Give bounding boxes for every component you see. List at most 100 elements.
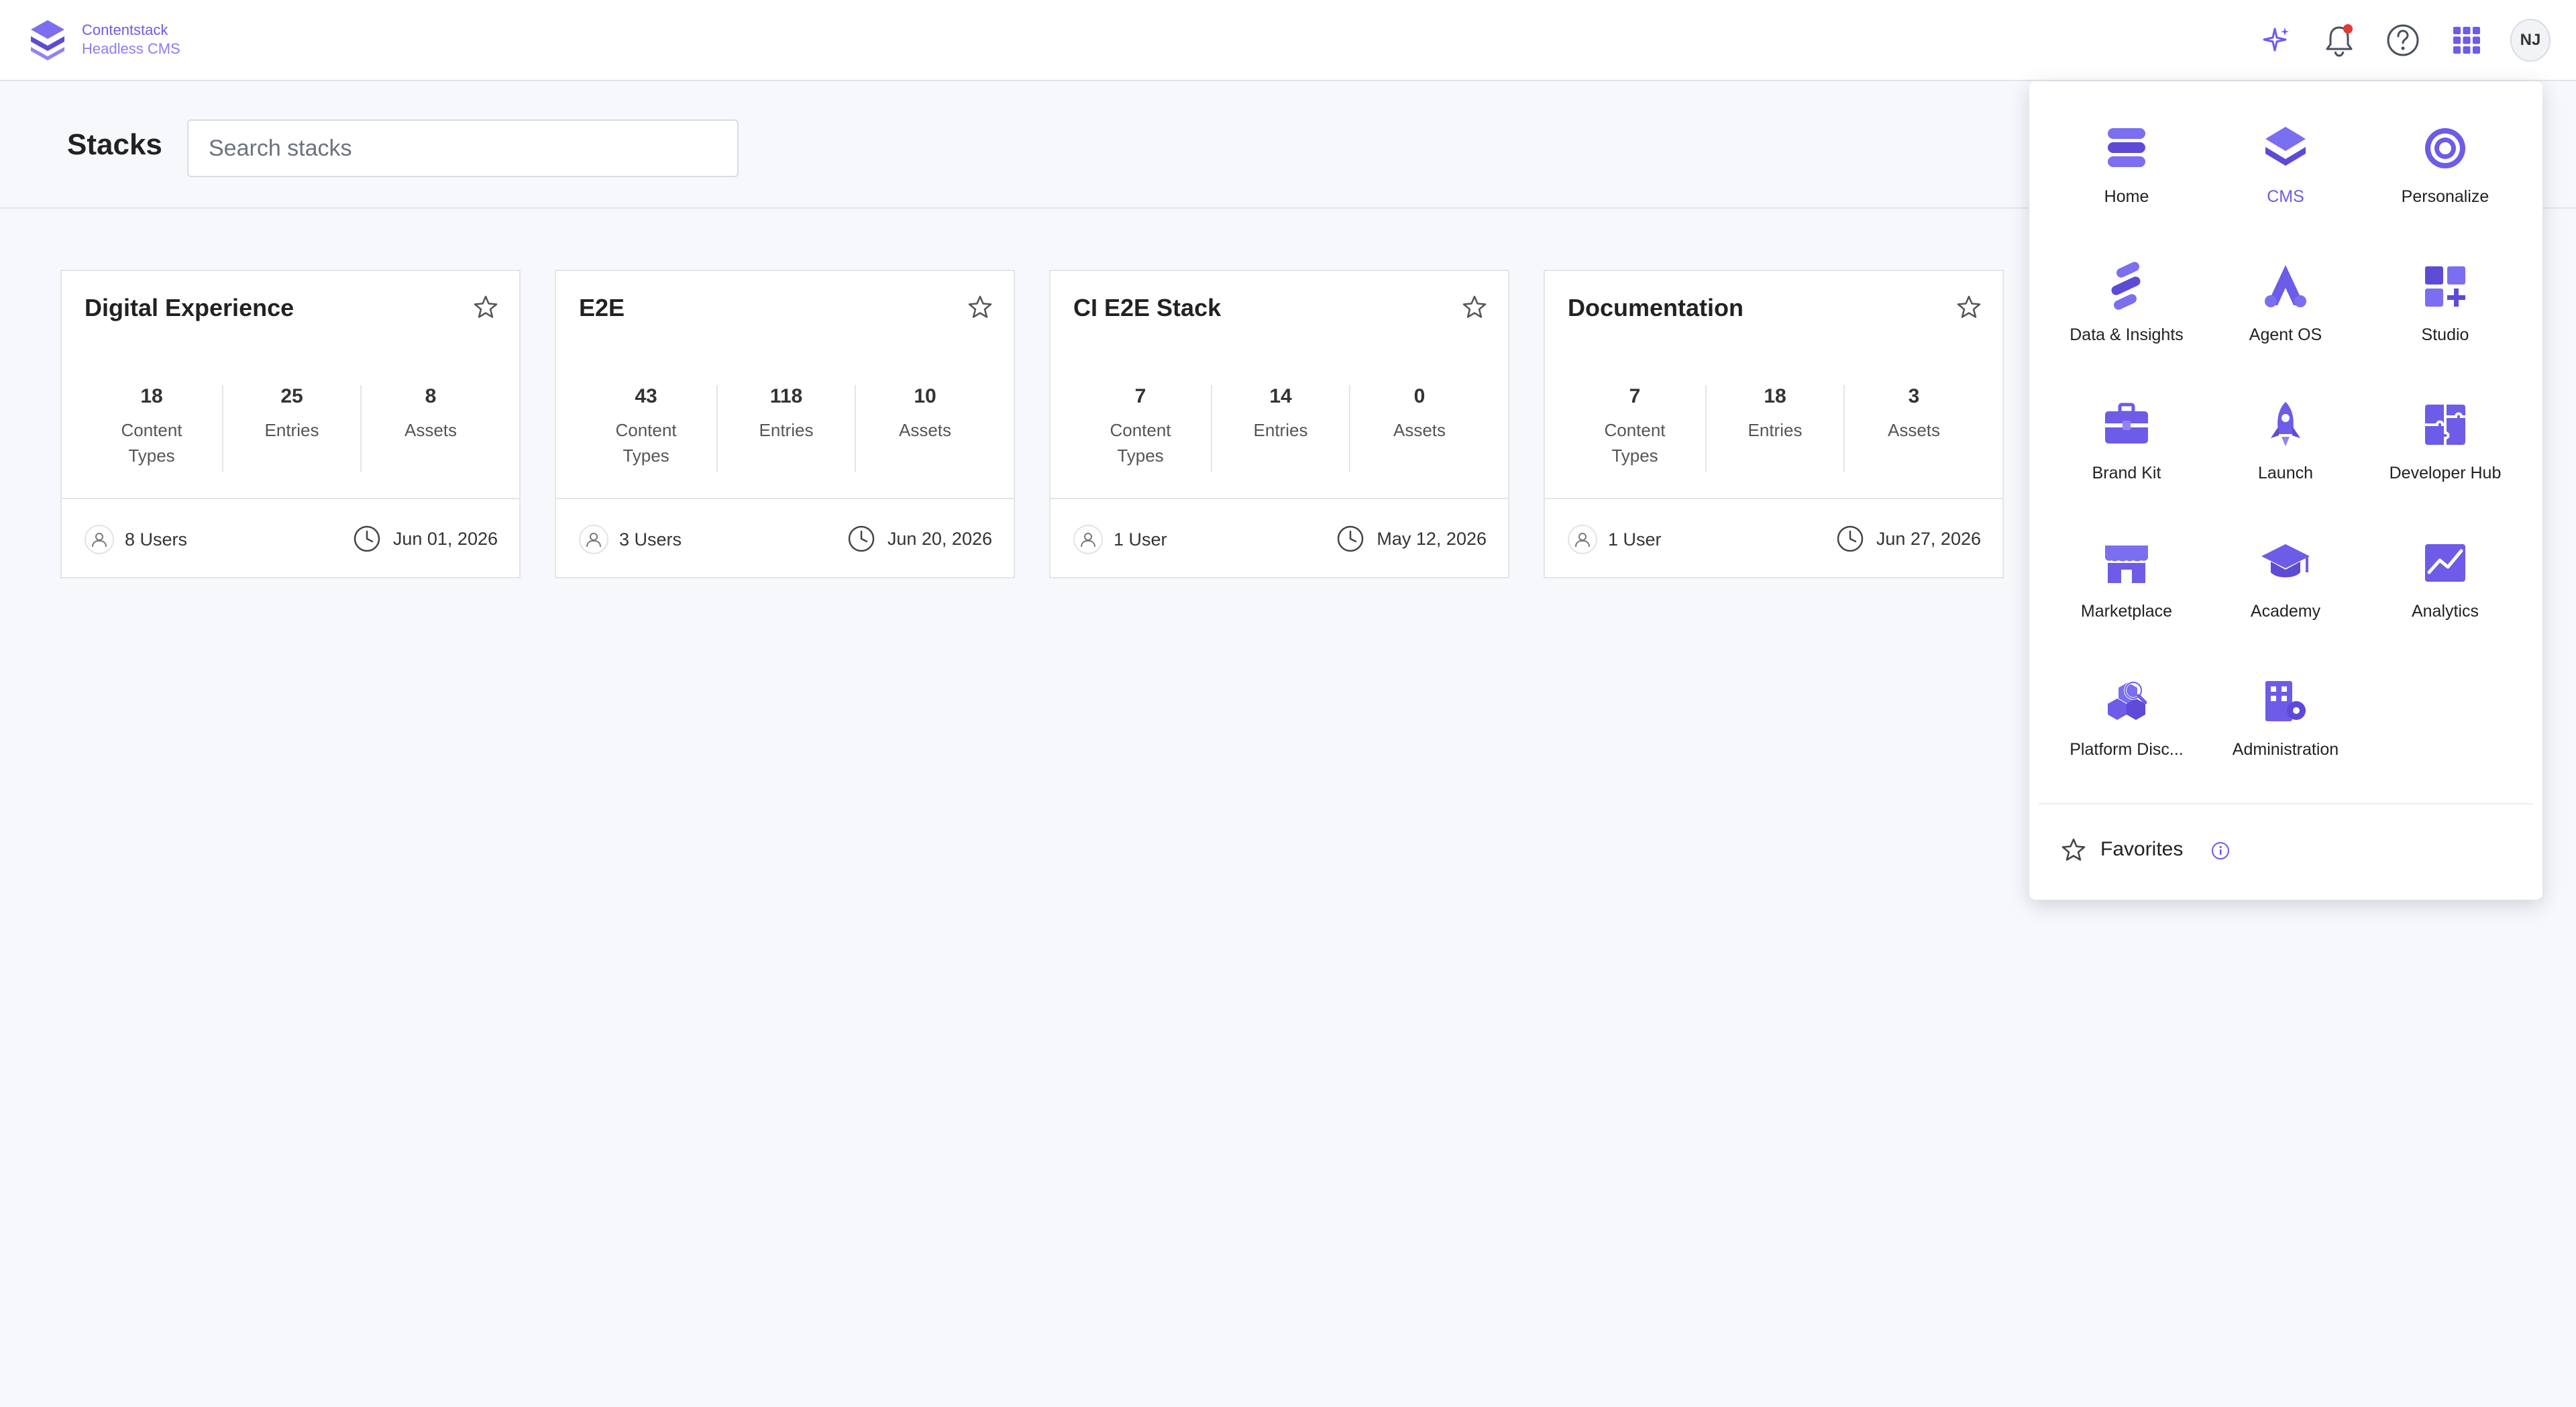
stack-card[interactable]: E2E 43 Content Types 118 Entries 10 Asset… bbox=[555, 270, 1015, 578]
app-agent-os[interactable]: Agent OS bbox=[2205, 246, 2366, 367]
cms-icon bbox=[2265, 127, 2306, 166]
app-label: Launch bbox=[2257, 464, 2314, 482]
stack-name[interactable]: Documentation bbox=[1568, 294, 1743, 322]
app-label: Home bbox=[2104, 187, 2149, 206]
app-label: Agent OS bbox=[2249, 325, 2322, 344]
app-marketplace[interactable]: Marketplace bbox=[2046, 523, 2207, 643]
favorites-section[interactable]: Favorites bbox=[2039, 803, 2533, 890]
app-studio[interactable]: Studio bbox=[2365, 246, 2526, 367]
content-types-count: 18 bbox=[140, 385, 163, 407]
app-label: Platform Disc... bbox=[2070, 740, 2184, 759]
app-label: Administration bbox=[2232, 740, 2339, 759]
user-icon bbox=[1073, 525, 1103, 554]
users-info: 8 Users bbox=[85, 525, 187, 554]
search-stacks-input[interactable] bbox=[187, 119, 739, 177]
stack-card[interactable]: Documentation 7 Content Types 18 Entries … bbox=[1544, 270, 2004, 578]
bell-icon[interactable] bbox=[2319, 20, 2359, 60]
favorite-star-icon[interactable] bbox=[1461, 294, 1488, 321]
stack-name[interactable]: Digital Experience bbox=[85, 294, 294, 322]
app-grid-icon[interactable] bbox=[2447, 20, 2487, 60]
date-text: Jun 20, 2026 bbox=[887, 528, 992, 549]
modified-date: Jun 01, 2026 bbox=[353, 525, 498, 553]
card-footer: 1 User May 12, 2026 bbox=[1051, 498, 1508, 577]
app-label: Personalize bbox=[2401, 187, 2489, 206]
app-brand-kit[interactable]: Brand Kit bbox=[2046, 384, 2207, 505]
app-academy[interactable]: Academy bbox=[2205, 523, 2366, 643]
entries-count: 14 bbox=[1269, 385, 1292, 407]
date-text: May 12, 2026 bbox=[1377, 528, 1487, 549]
stack-card[interactable]: Digital Experience 18 Content Types 25 En… bbox=[60, 270, 521, 578]
modified-date: May 12, 2026 bbox=[1336, 525, 1487, 553]
entries-count: 118 bbox=[769, 385, 803, 407]
modified-date: Jun 27, 2026 bbox=[1836, 525, 1981, 553]
users-count: 1 User bbox=[1608, 529, 1662, 550]
clock-icon bbox=[354, 525, 380, 552]
brand-kit-icon bbox=[2105, 403, 2148, 444]
app-switcher-menu: Home CMS Personalize Data & Insights Age… bbox=[2029, 81, 2542, 900]
app-developer-hub[interactable]: Developer Hub bbox=[2365, 384, 2526, 505]
help-icon[interactable] bbox=[2383, 20, 2423, 60]
brand-name: Contentstack bbox=[82, 21, 168, 38]
assets-count: 10 bbox=[914, 385, 936, 407]
data-insights-icon bbox=[2111, 262, 2141, 310]
app-launch[interactable]: Launch bbox=[2205, 384, 2366, 505]
date-text: Jun 27, 2026 bbox=[1876, 528, 1981, 549]
app-label: Academy bbox=[2250, 602, 2321, 621]
sparkle-ai-icon[interactable] bbox=[2255, 20, 2296, 60]
users-info: 3 Users bbox=[579, 525, 682, 554]
assets-stat: 8 Assets bbox=[362, 385, 500, 472]
entries-stat: 18 Entries bbox=[1707, 385, 1843, 472]
app-administration[interactable]: Administration bbox=[2205, 661, 2366, 782]
home-layers-icon bbox=[2108, 128, 2145, 167]
card-footer: 8 Users Jun 01, 2026 bbox=[62, 498, 519, 577]
favorite-star-icon[interactable] bbox=[967, 294, 994, 321]
app-label: Developer Hub bbox=[2389, 464, 2502, 482]
users-info: 1 User bbox=[1073, 525, 1167, 554]
agent-os-icon bbox=[2265, 265, 2306, 307]
entries-label: Entries bbox=[1748, 420, 1803, 440]
content-types-label: Content Types bbox=[121, 420, 182, 466]
content-types-stat: 7 Content Types bbox=[1070, 385, 1211, 472]
assets-stat: 10 Assets bbox=[856, 385, 994, 472]
administration-icon bbox=[2265, 681, 2306, 721]
users-count: 8 Users bbox=[125, 529, 188, 550]
info-icon[interactable] bbox=[2210, 841, 2231, 861]
launch-rocket-icon bbox=[2271, 402, 2300, 446]
assets-stat: 3 Assets bbox=[1845, 385, 1983, 472]
modified-date: Jun 20, 2026 bbox=[847, 525, 992, 553]
app-label: Studio bbox=[2421, 325, 2469, 344]
page-title: Stacks bbox=[67, 128, 162, 161]
developer-hub-icon bbox=[2425, 405, 2465, 445]
avatar[interactable]: NJ bbox=[2510, 19, 2551, 62]
app-label: CMS bbox=[2267, 187, 2304, 206]
entries-count: 18 bbox=[1764, 385, 1786, 407]
stack-name[interactable]: CI E2E Stack bbox=[1073, 294, 1221, 322]
card-footer: 3 Users Jun 20, 2026 bbox=[556, 498, 1014, 577]
content-types-count: 7 bbox=[1629, 385, 1641, 407]
content-types-stat: 43 Content Types bbox=[576, 385, 716, 472]
app-home[interactable]: Home bbox=[2046, 108, 2207, 229]
entries-stat: 25 Entries bbox=[223, 385, 360, 472]
date-text: Jun 01, 2026 bbox=[392, 528, 498, 549]
favorite-star-icon[interactable] bbox=[472, 294, 499, 321]
favorite-star-icon[interactable] bbox=[1955, 294, 1982, 321]
users-info: 1 User bbox=[1568, 525, 1662, 554]
assets-count: 8 bbox=[425, 385, 437, 407]
clock-icon bbox=[1338, 525, 1364, 552]
app-analytics[interactable]: Analytics bbox=[2365, 523, 2526, 643]
assets-label: Assets bbox=[898, 420, 952, 440]
content-types-stat: 7 Content Types bbox=[1564, 385, 1705, 472]
app-platform-discovery[interactable]: Platform Disc... bbox=[2046, 661, 2207, 782]
favorites-label: Favorites bbox=[2100, 838, 2184, 860]
stack-card[interactable]: CI E2E Stack 7 Content Types 14 Entries 0… bbox=[1049, 270, 1509, 578]
entries-label: Entries bbox=[1253, 420, 1308, 440]
app-data-insights[interactable]: Data & Insights bbox=[2046, 246, 2207, 367]
app-cms[interactable]: CMS bbox=[2205, 108, 2366, 229]
app-personalize[interactable]: Personalize bbox=[2365, 108, 2526, 229]
top-bar: Contentstack Headless CMS NJ bbox=[0, 0, 2576, 81]
user-avatar-wrap[interactable]: NJ bbox=[2510, 19, 2551, 62]
content-types-count: 43 bbox=[635, 385, 657, 407]
contentstack-logo[interactable]: Contentstack Headless CMS bbox=[27, 17, 180, 62]
app-label: Data & Insights bbox=[2070, 325, 2184, 344]
stack-name[interactable]: E2E bbox=[579, 294, 625, 322]
